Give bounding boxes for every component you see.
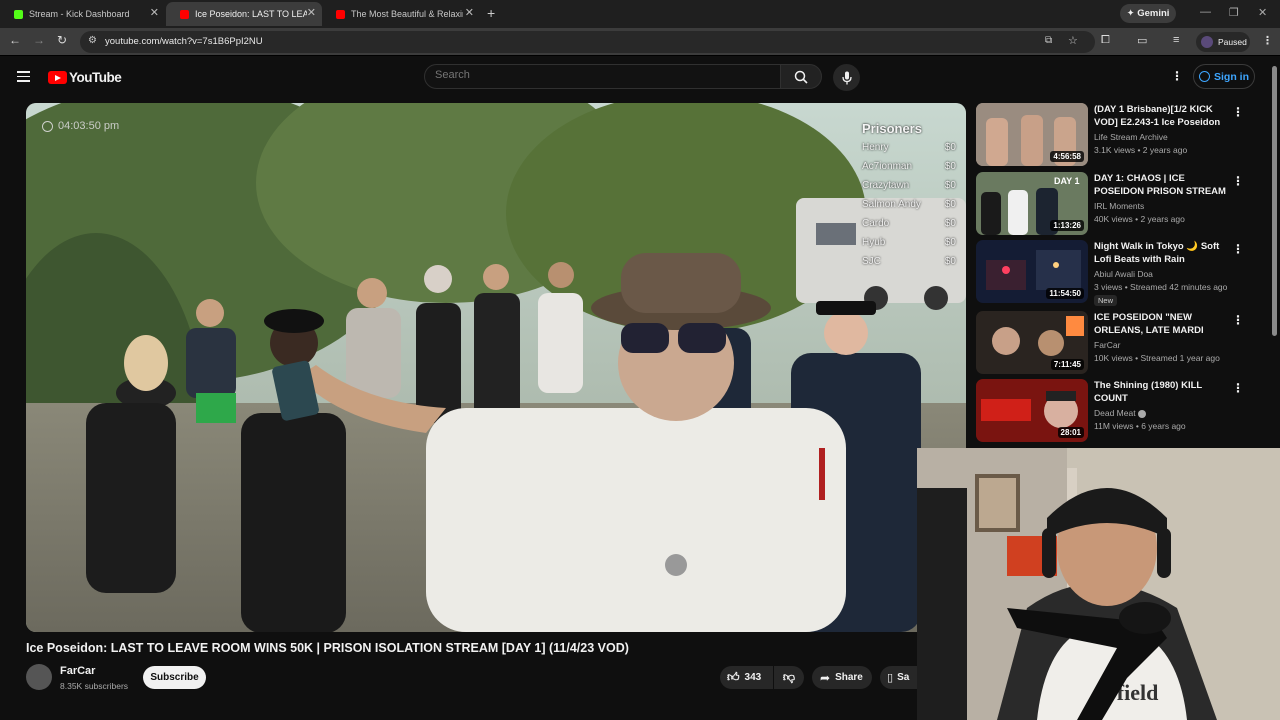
youtube-header: YouTube ⋮ Sign in <box>0 57 1280 97</box>
microphone-icon <box>841 71 852 84</box>
video-player[interactable]: 04:03:50 pm Prisoners Henry $0 Ac7ionman $… <box>26 103 966 632</box>
address-bar[interactable]: ⚙ youtube.com/watch?v=7s1B6PpI2NU ⧉ ☆ <box>80 31 1095 53</box>
prisoner-row: SJC $0 <box>862 256 956 267</box>
prisoner-row: Crazytawn $0 <box>862 180 956 191</box>
kick-favicon-icon <box>14 9 23 19</box>
back-icon[interactable]: ← <box>9 33 21 47</box>
webcam-overlay: rfield <box>917 448 1280 720</box>
more-actions-icon[interactable]: ⋮ <box>1232 313 1244 327</box>
account-icon <box>1199 71 1210 82</box>
share-button[interactable]: ➦ Share <box>812 666 872 689</box>
url-text[interactable]: youtube.com/watch?v=7s1B6PpI2NU <box>105 36 263 47</box>
video-thumbnail[interactable]: 4:56:58 <box>976 103 1088 166</box>
prisoner-row: Henry $0 <box>862 142 956 153</box>
prisoners-overlay: Prisoners Henry $0 Ac7ionman $0 Crazytawn $… <box>862 121 956 275</box>
like-button[interactable]: 👍︎ 343 <box>720 666 773 689</box>
bookmark-star-icon[interactable]: ☆ <box>1068 34 1078 47</box>
profile-button[interactable]: Paused <box>1196 32 1250 52</box>
site-info-icon[interactable]: ⚙ <box>88 35 97 46</box>
search-box[interactable] <box>424 64 781 89</box>
new-badge: New <box>1094 295 1118 306</box>
minimize-icon[interactable]: — <box>1200 6 1211 18</box>
channel-avatar[interactable] <box>26 664 52 690</box>
youtube-logo[interactable]: YouTube <box>48 70 122 85</box>
prisoner-row: Salmon Andy $0 <box>862 199 956 210</box>
split-view-icon[interactable]: ▭ <box>1137 34 1147 47</box>
avatar <box>1201 36 1213 48</box>
thumbs-down-icon: 👎︎ <box>782 670 796 684</box>
overlay-clock: 04:03:50 pm <box>42 120 119 132</box>
video-thumbnail[interactable]: 7:11:45 <box>976 311 1088 374</box>
more-actions-icon[interactable]: ⋮ <box>1232 105 1244 119</box>
video-thumbnail[interactable]: DAY 1 1:13:26 <box>976 172 1088 235</box>
tab-relaxing[interactable]: The Most Beautiful & Relaxing ✕ <box>322 2 480 26</box>
close-tab-icon[interactable]: ✕ <box>150 6 159 19</box>
share-arrow-icon: ➦ <box>820 670 831 685</box>
more-actions-icon[interactable]: ⋮ <box>1232 381 1244 395</box>
prisoner-row: Cardo $0 <box>862 218 956 229</box>
prisoner-row: Hyub $0 <box>862 237 956 248</box>
sign-in-button[interactable]: Sign in <box>1193 64 1255 89</box>
subscriber-count: 8.35K subscribers <box>60 681 129 691</box>
close-window-icon[interactable]: ✕ <box>1258 6 1267 19</box>
restore-icon[interactable]: ❐ <box>1229 6 1239 19</box>
recommended-video[interactable]: DAY 1 1:13:26 DAY 1: CHAOS | ICE POSEIDO… <box>976 172 1266 236</box>
tab-kick-dashboard[interactable]: Stream - Kick Dashboard ✕ <box>0 2 165 26</box>
media-controls-icon[interactable]: ≡ <box>1173 34 1179 46</box>
browser-menu-icon[interactable]: ⋮ <box>1262 34 1273 47</box>
settings-kebab-icon[interactable]: ⋮ <box>1171 69 1183 83</box>
save-button[interactable]: ▯ Sa <box>880 666 917 689</box>
search-input[interactable] <box>435 69 765 81</box>
tab-ice-poseidon[interactable]: Ice Poseidon: LAST TO LEAVE RO ✕ <box>166 2 322 26</box>
verified-icon <box>1137 409 1146 418</box>
voice-search-button[interactable] <box>833 64 860 91</box>
browser-toolbar: ← → ↻ ⚙ youtube.com/watch?v=7s1B6PpI2NU … <box>0 28 1280 56</box>
reload-icon[interactable]: ↻ <box>57 33 67 47</box>
webcam-feed: rfield <box>917 448 1280 720</box>
cast-icon[interactable]: ⧉ <box>1045 35 1052 46</box>
gemini-button[interactable]: ✦ Gemini <box>1120 4 1176 23</box>
browser-tab-strip: Stream - Kick Dashboard ✕ Ice Poseidon: … <box>0 0 1280 28</box>
prisoner-row: Ac7ionman $0 <box>862 161 956 172</box>
video-frame <box>26 103 966 632</box>
recommended-video[interactable]: 28:01 The Shining (1980) KILL COUNT Dead… <box>976 379 1266 443</box>
save-playlist-icon: ▯ <box>887 672 894 684</box>
search-icon <box>794 70 808 84</box>
extensions-icon[interactable]: ⧠ <box>1101 34 1110 47</box>
page-scrollbar[interactable] <box>1272 66 1277 336</box>
video-thumbnail[interactable]: 28:01 <box>976 379 1088 442</box>
channel-name[interactable]: FarCar <box>60 665 95 677</box>
video-thumbnail[interactable]: 11:54:50 <box>976 240 1088 303</box>
thumbs-up-icon: 👍︎ <box>727 670 740 684</box>
video-title: Ice Poseidon: LAST TO LEAVE ROOM WINS 50… <box>26 641 629 655</box>
clock-icon <box>42 120 53 132</box>
more-actions-icon[interactable]: ⋮ <box>1232 242 1244 256</box>
more-actions-icon[interactable]: ⋮ <box>1232 174 1244 188</box>
youtube-favicon-icon <box>180 9 189 19</box>
new-tab-button[interactable]: + <box>487 5 495 21</box>
recommended-video[interactable]: 4:56:58 (DAY 1 Brisbane)[1/2 KICK VOD] E… <box>976 103 1266 167</box>
search-button[interactable] <box>780 64 822 89</box>
close-tab-icon[interactable]: ✕ <box>465 6 474 19</box>
subscribe-button[interactable]: Subscribe <box>143 666 206 689</box>
menu-icon[interactable] <box>17 71 30 85</box>
svg-text:DAY 1: DAY 1 <box>1054 176 1080 186</box>
close-tab-icon[interactable]: ✕ <box>307 6 316 19</box>
forward-icon[interactable]: → <box>33 33 45 47</box>
youtube-play-icon <box>48 71 67 84</box>
recommended-video[interactable]: 7:11:45 ICE POSEIDON "NEW ORLEANS, LATE … <box>976 311 1266 375</box>
youtube-favicon-icon <box>336 9 345 19</box>
recommended-video[interactable]: 11:54:50 Night Walk in Tokyo 🌙 Soft Lofi… <box>976 240 1266 306</box>
dislike-button[interactable]: 👎︎ <box>774 666 804 689</box>
